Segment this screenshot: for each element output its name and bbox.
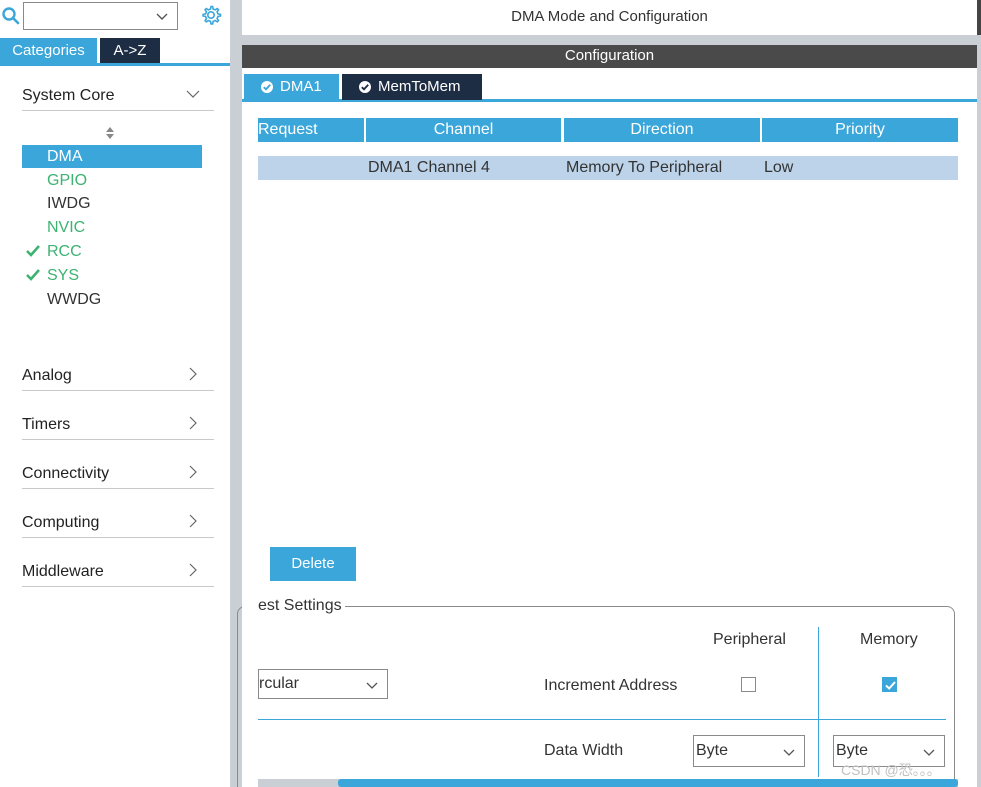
- chevron-right-icon: [189, 563, 197, 577]
- column-header-channel[interactable]: Channel: [366, 118, 561, 142]
- chevron-down-icon: [783, 749, 795, 756]
- tab-dma1[interactable]: DMA1: [244, 74, 339, 100]
- horizontal-scrollbar[interactable]: [258, 779, 958, 787]
- check-circle-icon: [261, 81, 273, 93]
- mode-title: DMA Mode and Configuration: [511, 8, 708, 25]
- clip-mask: [242, 588, 258, 787]
- section-label: Analog: [22, 367, 72, 384]
- tab-memtomem[interactable]: MemToMem: [342, 74, 482, 100]
- section-label: Connectivity: [22, 465, 110, 482]
- section-computing[interactable]: Computing: [22, 508, 214, 538]
- periph-item-iwdg[interactable]: IWDG: [22, 192, 202, 215]
- section-middleware[interactable]: Middleware: [22, 557, 214, 587]
- delete-button[interactable]: Delete: [270, 547, 356, 581]
- chevron-down-icon: [186, 90, 200, 98]
- section-label: System Core: [22, 87, 115, 104]
- section-label: Computing: [22, 514, 100, 531]
- table-cell-direction[interactable]: Memory To Peripheral: [564, 156, 762, 180]
- check-circle-icon: [359, 81, 371, 93]
- data-width-peripheral-select[interactable]: Byte: [693, 735, 805, 767]
- periph-item-wwdg[interactable]: WWDG: [22, 288, 202, 311]
- category-tabs: Categories A->Z: [0, 38, 230, 66]
- scrollbar[interactable]: [977, 0, 981, 35]
- search-icon[interactable]: [1, 6, 21, 26]
- periph-item-dma[interactable]: DMA: [22, 145, 202, 168]
- periph-item-sys[interactable]: SYS: [22, 264, 202, 287]
- periph-item-nvic[interactable]: NVIC: [22, 216, 202, 239]
- data-width-label: Data Width: [544, 742, 624, 759]
- mode-title-bar: DMA Mode and Configuration: [242, 0, 977, 35]
- column-label-memory: Memory: [860, 631, 918, 648]
- column-header-priority[interactable]: Priority: [762, 118, 958, 142]
- chevron-right-icon: [189, 416, 197, 430]
- increment-address-label: Increment Address: [544, 677, 678, 694]
- watermark: CSDN @恐。。。: [841, 762, 941, 778]
- column-label-peripheral: Peripheral: [713, 631, 786, 648]
- periph-label: SYS: [47, 267, 80, 284]
- chevron-down-icon[interactable]: [155, 9, 169, 23]
- tab-categories[interactable]: Categories: [0, 38, 97, 63]
- periph-label: NVIC: [47, 219, 86, 236]
- gear-icon[interactable]: [200, 4, 222, 26]
- table-cell-channel[interactable]: DMA1 Channel 4: [366, 156, 564, 180]
- periph-item-rcc[interactable]: RCC: [22, 240, 202, 263]
- tab-label: DMA1: [280, 78, 322, 95]
- periph-label: DMA: [47, 148, 83, 165]
- mode-select-value: rcular: [259, 675, 300, 692]
- left-panel: Categories A->Z System Core DMA GPIO IWD…: [0, 0, 230, 787]
- divider: [818, 627, 819, 777]
- column-header-request[interactable]: Request: [258, 118, 364, 142]
- settings-legend: est Settings: [258, 597, 345, 615]
- checkmark-icon: [26, 245, 40, 257]
- config-body: DMA1 MemToMem Request Channel Direction …: [237, 68, 977, 787]
- tab-atoz[interactable]: A->Z: [100, 38, 160, 63]
- periph-label: WWDG: [47, 291, 102, 308]
- chevron-right-icon: [189, 514, 197, 528]
- section-label: Timers: [22, 416, 71, 433]
- table-cell-priority[interactable]: Low: [762, 156, 958, 180]
- checkmark-icon: [885, 681, 896, 690]
- section-system-core[interactable]: System Core: [22, 81, 214, 111]
- periph-label: IWDG: [47, 195, 91, 212]
- section-analog[interactable]: Analog: [22, 361, 214, 391]
- tab-label: MemToMem: [378, 78, 461, 95]
- search-row: [0, 0, 230, 36]
- config-header: Configuration: [242, 45, 977, 68]
- mode-select[interactable]: rcular: [258, 669, 388, 699]
- checkmark-icon: [26, 269, 40, 281]
- periph-label: GPIO: [47, 172, 88, 189]
- search-input[interactable]: [23, 2, 178, 30]
- right-panel: DMA Mode and Configuration Configuration…: [237, 0, 981, 787]
- chevron-right-icon: [189, 367, 197, 381]
- select-value: Byte: [696, 742, 729, 759]
- chevron-down-icon: [366, 682, 378, 689]
- periph-item-gpio[interactable]: GPIO: [22, 169, 202, 192]
- sort-icon[interactable]: [104, 126, 116, 140]
- divider: [258, 719, 946, 720]
- config-tabs: DMA1 MemToMem: [242, 70, 977, 102]
- increment-peripheral-checkbox[interactable]: [741, 677, 756, 692]
- section-label: Middleware: [22, 563, 104, 580]
- periph-label: RCC: [47, 243, 82, 260]
- chevron-right-icon: [189, 465, 197, 479]
- section-timers[interactable]: Timers: [22, 410, 214, 440]
- increment-memory-checkbox[interactable]: [882, 677, 897, 692]
- section-connectivity[interactable]: Connectivity: [22, 459, 214, 489]
- column-header-direction[interactable]: Direction: [564, 118, 760, 142]
- scrollbar-thumb[interactable]: [338, 779, 958, 787]
- table-cell-request[interactable]: [258, 156, 366, 180]
- config-title: Configuration: [564, 47, 655, 64]
- chevron-down-icon: [923, 749, 935, 756]
- select-value: Byte: [836, 742, 869, 759]
